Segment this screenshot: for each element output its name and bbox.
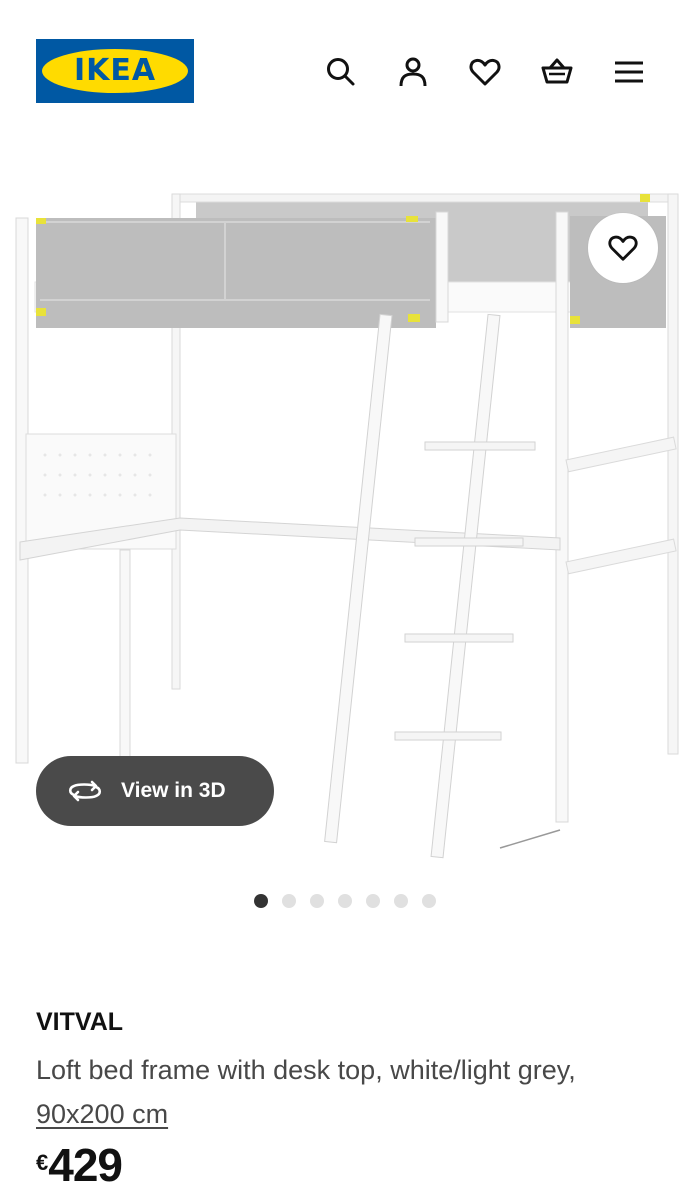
product-size-link[interactable]: 90x200 cm (36, 1099, 168, 1129)
pagination-dot[interactable] (338, 894, 352, 908)
account-button[interactable] (377, 50, 449, 94)
product-description-text: Loft bed frame with desk top, white/ligh… (36, 1055, 576, 1085)
ikea-logo[interactable]: IKEA (36, 39, 194, 103)
product-price: € 429 (36, 1139, 123, 1191)
menu-button[interactable] (593, 50, 665, 94)
favourites-button[interactable] (449, 50, 521, 94)
heart-icon (608, 235, 638, 261)
header: IKEA (0, 0, 695, 140)
logo-text: IKEA (73, 53, 157, 88)
user-icon (399, 57, 427, 87)
search-button[interactable] (305, 50, 377, 94)
basket-icon (541, 58, 573, 84)
price-amount: 429 (48, 1139, 123, 1191)
product-gallery[interactable]: View in 3D (0, 150, 695, 890)
pagination-dot[interactable] (366, 894, 380, 908)
view-in-3d-label: View in 3D (121, 779, 226, 802)
header-icons (305, 50, 665, 94)
logo-oval: IKEA (42, 49, 188, 93)
pagination-dot[interactable] (310, 894, 324, 908)
menu-icon (615, 61, 643, 83)
image-pagination (254, 894, 436, 908)
heart-icon (469, 58, 501, 86)
view-in-3d-button[interactable]: View in 3D (36, 756, 274, 826)
price-currency: € (36, 1150, 49, 1175)
product-description: Loft bed frame with desk top, white/ligh… (36, 1048, 666, 1136)
search-icon (327, 58, 355, 86)
pagination-dot[interactable] (282, 894, 296, 908)
product-name: VITVAL (36, 1008, 124, 1036)
rotate-3d-icon (68, 780, 102, 802)
pagination-dot-active[interactable] (254, 894, 268, 908)
pagination-dot[interactable] (394, 894, 408, 908)
save-to-favourites-button[interactable] (588, 213, 658, 283)
basket-button[interactable] (521, 50, 593, 94)
pagination-dot[interactable] (422, 894, 436, 908)
